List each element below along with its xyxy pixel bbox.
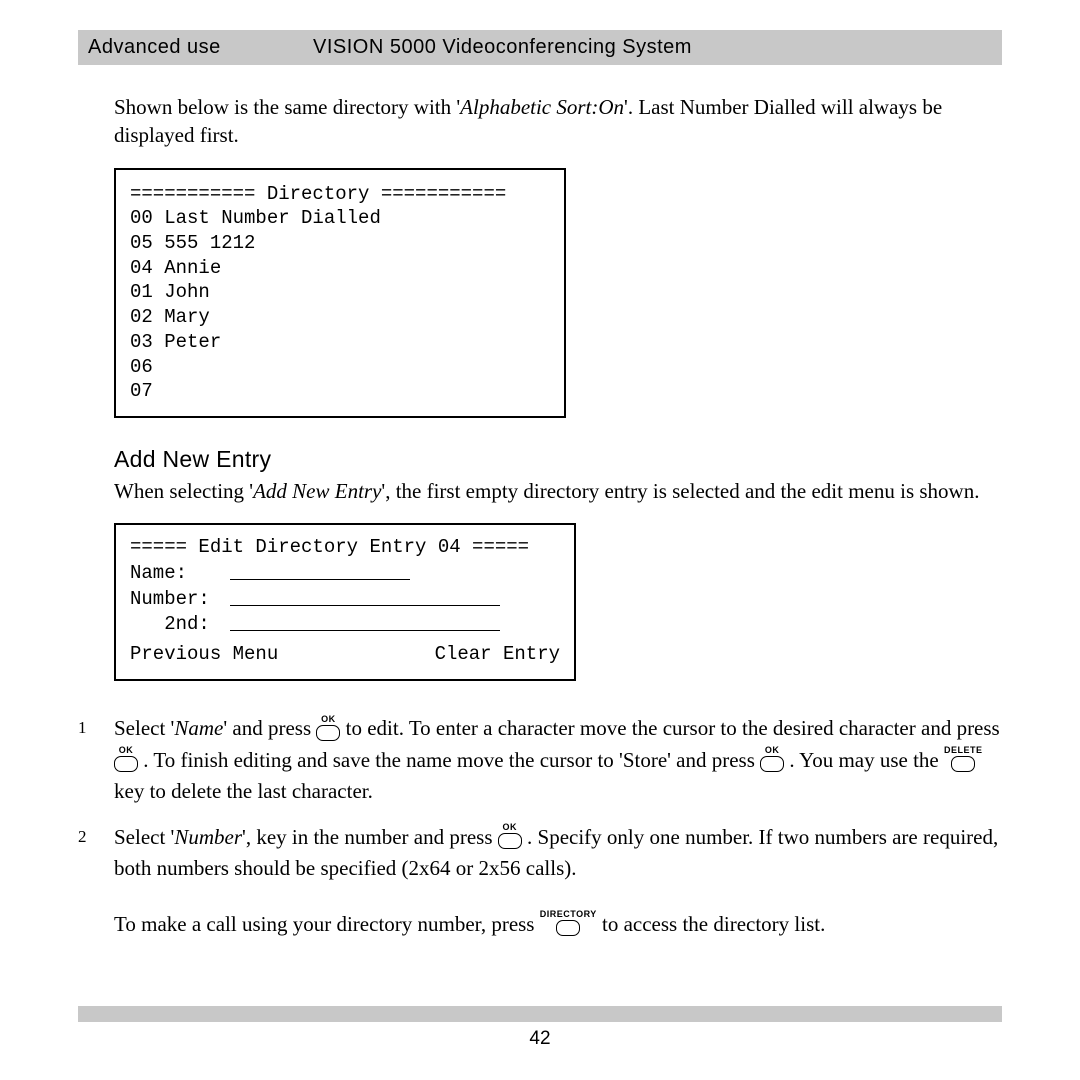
step-2-number: 2: [78, 822, 114, 885]
step1-d: . You may use the: [789, 748, 944, 772]
add-entry-heading: Add New Entry: [114, 446, 1002, 473]
directory-key-label: DIRECTORY: [540, 910, 597, 919]
ok-key-icon: OK: [760, 746, 784, 774]
edit-entry-screen: ===== Edit Directory Entry 04 ===== Name…: [114, 523, 576, 681]
delete-key-icon: DELETE: [944, 746, 983, 774]
edit-second-label: 2nd:: [130, 612, 230, 638]
add-entry-post: ', the first empty directory entry is se…: [381, 479, 979, 503]
footer-bar: [78, 1006, 1002, 1022]
step1-c: . To finish editing and save the name mo…: [143, 748, 760, 772]
ok-key-label: OK: [760, 746, 784, 755]
edit-title: ===== Edit Directory Entry 04 =====: [130, 535, 560, 561]
step1-e: key to delete the last character.: [114, 779, 373, 803]
step1-b: to edit. To enter a character move the c…: [346, 716, 1000, 740]
step-2: 2 Select 'Number', key in the number and…: [78, 822, 1002, 885]
edit-number-label: Number:: [130, 587, 230, 613]
ok-key-icon: OK: [114, 746, 138, 774]
header-title: VISION 5000 Videoconferencing System: [313, 36, 692, 59]
step2-a-post: ', key in the number and press: [242, 825, 498, 849]
final-a: To make a call using your directory numb…: [114, 912, 540, 936]
edit-number-field[interactable]: [230, 587, 500, 606]
header-section: Advanced use: [88, 36, 313, 59]
intro-sort-label: Alphabetic Sort:On: [460, 95, 624, 119]
step1-a-post: ' and press: [223, 716, 316, 740]
add-entry-pre: When selecting ': [114, 479, 253, 503]
step-1-number: 1: [78, 713, 114, 808]
step1-a-pre: Select ': [114, 716, 174, 740]
ok-key-label: OK: [498, 823, 522, 832]
edit-second-field[interactable]: [230, 612, 500, 631]
step2-a-pre: Select ': [114, 825, 174, 849]
edit-name-field[interactable]: [230, 561, 410, 580]
ok-key-label: OK: [114, 746, 138, 755]
step2-a-em: Number: [174, 825, 242, 849]
delete-key-label: DELETE: [944, 746, 983, 755]
previous-menu[interactable]: Previous Menu: [130, 642, 278, 668]
step-1: 1 Select 'Name' and press OK to edit. To…: [78, 713, 1002, 808]
final-paragraph: To make a call using your directory numb…: [114, 909, 1002, 941]
add-entry-paragraph: When selecting 'Add New Entry', the firs…: [114, 477, 1002, 505]
step1-a-em: Name: [174, 716, 223, 740]
directory-key-icon: DIRECTORY: [540, 910, 597, 938]
edit-name-label: Name:: [130, 561, 230, 587]
ok-key-icon: OK: [498, 823, 522, 851]
intro-pre: Shown below is the same directory with ': [114, 95, 460, 119]
directory-screen: =========== Directory =========== 00 Las…: [114, 168, 566, 418]
intro-paragraph: Shown below is the same directory with '…: [114, 93, 1002, 150]
page-number: 42: [78, 1028, 1002, 1050]
clear-entry[interactable]: Clear Entry: [435, 642, 560, 668]
header-bar: Advanced use VISION 5000 Videoconferenci…: [78, 30, 1002, 65]
final-b: to access the directory list.: [602, 912, 825, 936]
ok-key-icon: OK: [316, 715, 340, 743]
footer: 42: [78, 1006, 1002, 1050]
ok-key-label: OK: [316, 715, 340, 724]
add-entry-em: Add New Entry: [253, 479, 381, 503]
